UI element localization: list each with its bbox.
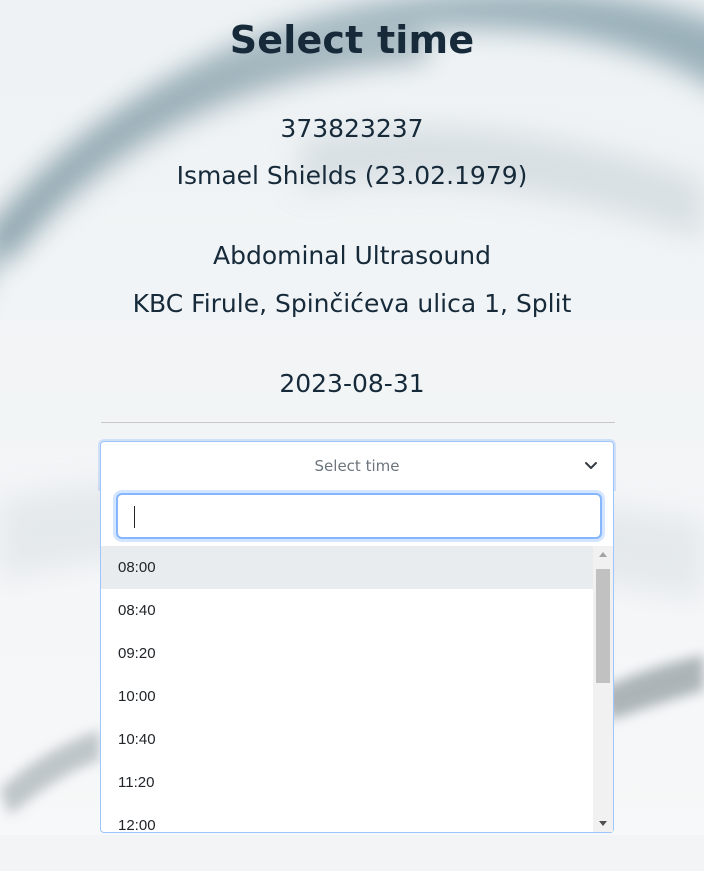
time-option-0840[interactable]: 08:40: [101, 589, 593, 632]
appointment-date: 2023-08-31: [279, 369, 425, 398]
text-caret: [134, 506, 135, 528]
triangle-down-icon[interactable]: [593, 814, 613, 832]
divider: [101, 422, 615, 423]
time-option-0920[interactable]: 09:20: [101, 632, 593, 675]
location: KBC Firule, Spinčićeva ulica 1, Split: [132, 289, 572, 318]
page-title: Select time: [229, 18, 475, 62]
patient-id: 373823237: [280, 114, 424, 143]
page: Select time 373823237 Ismael Shields (23…: [0, 0, 704, 871]
time-option-1040[interactable]: 10:40: [101, 718, 593, 761]
time-option-1200[interactable]: 12:00: [101, 804, 593, 833]
content: Select time 373823237 Ismael Shields (23…: [0, 0, 704, 871]
time-options-list: 08:00 08:40 09:20 10:00 10:40 11:20 12:0…: [101, 546, 593, 833]
time-search-input[interactable]: [118, 495, 600, 537]
time-dropdown: 08:00 08:40 09:20 10:00 10:40 11:20 12:0…: [100, 489, 614, 833]
time-select-placeholder: Select time: [314, 457, 400, 475]
time-option-1000[interactable]: 10:00: [101, 675, 593, 718]
chevron-down-icon[interactable]: [583, 457, 599, 473]
time-select[interactable]: Select time: [100, 441, 614, 489]
scrollbar-thumb[interactable]: [596, 569, 610, 683]
triangle-up-icon[interactable]: [593, 546, 613, 564]
time-search-wrapper[interactable]: [116, 493, 602, 539]
procedure-name: Abdominal Ultrasound: [212, 241, 491, 270]
options-scrollbar[interactable]: [593, 546, 613, 832]
time-option-1120[interactable]: 11:20: [101, 761, 593, 804]
patient-name-dob: Ismael Shields (23.02.1979): [176, 161, 528, 190]
time-option-0800[interactable]: 08:00: [101, 546, 593, 589]
